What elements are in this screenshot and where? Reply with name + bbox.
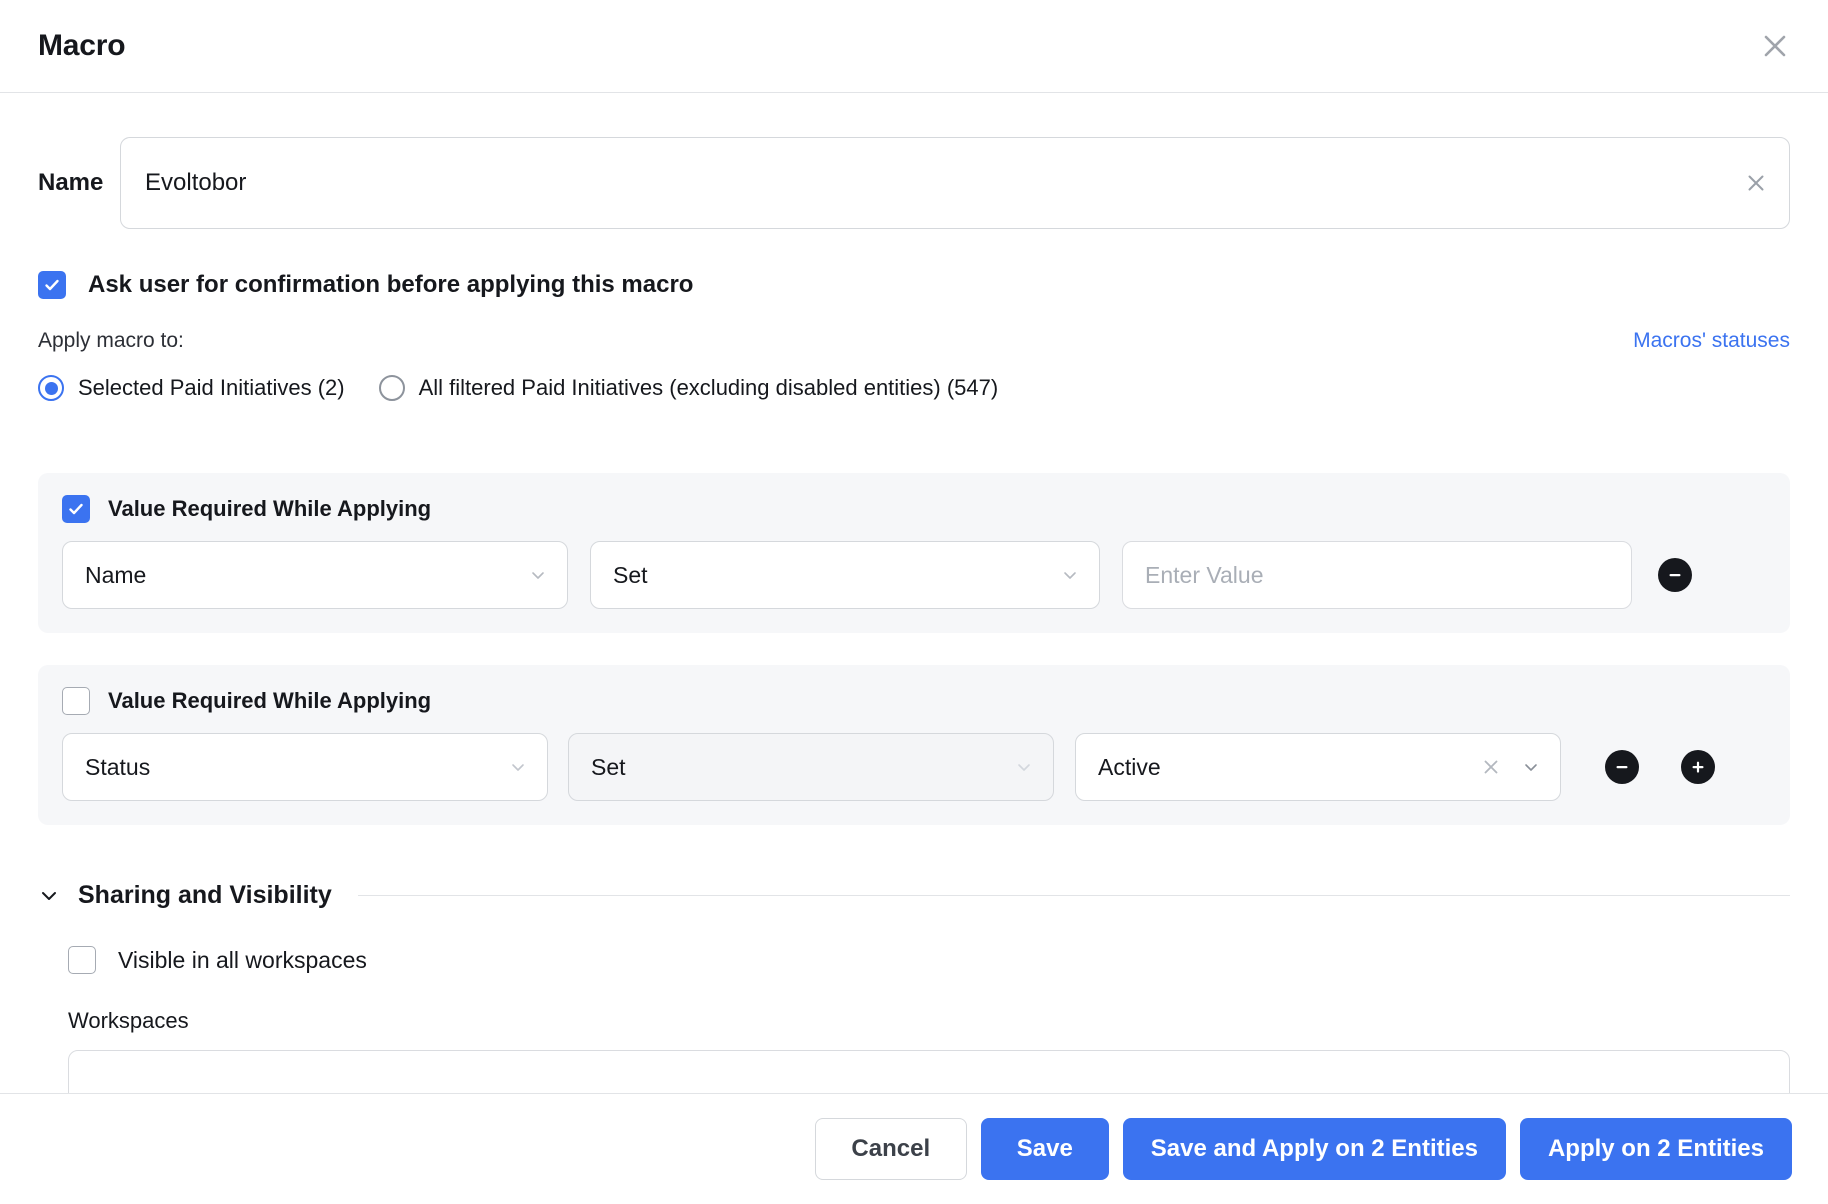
value-required-label: Value Required While Applying — [108, 688, 432, 713]
cancel-button[interactable]: Cancel — [814, 1118, 967, 1180]
sharing-visibility-section-header[interactable]: Sharing and Visibility — [38, 881, 1790, 910]
chevron-down-glyph — [42, 891, 56, 900]
ask-confirmation-checkbox[interactable] — [38, 271, 66, 299]
radio-option-selected-entities[interactable]: Selected Paid Initiatives (2) — [38, 375, 345, 401]
value-required-row-2[interactable]: Value Required While Applying — [62, 687, 1766, 715]
name-input[interactable] — [145, 169, 1733, 197]
chevron-down-glyph — [532, 572, 544, 579]
modal-header: Macro — [0, 0, 1828, 93]
plus-icon — [1692, 761, 1704, 773]
page-title: Macro — [38, 29, 126, 62]
apply-macro-to-row: Apply macro to: Macros' statuses — [38, 329, 1790, 353]
modal-footer: Cancel Save Save and Apply on 2 Entities… — [0, 1093, 1828, 1204]
name-label: Name — [38, 169, 104, 196]
radio-selected-indicator[interactable] — [38, 375, 64, 401]
workspaces-input[interactable] — [68, 1050, 1790, 1093]
section-divider — [357, 895, 1790, 896]
action-controls-row-1: Name Set — [62, 541, 1766, 609]
chevron-down-icon[interactable] — [38, 885, 60, 907]
sharing-visibility-title: Sharing and Visibility — [78, 881, 332, 909]
value-required-label: Value Required While Applying — [108, 496, 432, 521]
field-select-2[interactable]: Status — [62, 733, 548, 801]
ask-confirmation-label: Ask user for confirmation before applyin… — [88, 271, 694, 298]
workspaces-label: Workspaces — [68, 1008, 189, 1033]
operation-select-value: Set — [613, 561, 648, 588]
ask-confirmation-row[interactable]: Ask user for confirmation before applyin… — [38, 271, 1790, 299]
minus-icon — [1669, 574, 1681, 577]
operation-select-2[interactable]: Set — [568, 733, 1054, 801]
value-required-row-1[interactable]: Value Required While Applying — [62, 495, 1766, 523]
modal-body: Name Ask user for confirmation before ap… — [0, 93, 1828, 1093]
chevron-down-icon[interactable] — [1522, 758, 1540, 776]
visible-in-all-workspaces-label: Visible in all workspaces — [118, 946, 367, 973]
macros-statuses-link[interactable]: Macros' statuses — [1633, 329, 1790, 353]
value-select-2[interactable]: Active — [1075, 733, 1561, 801]
chevron-down-icon — [529, 566, 547, 584]
value-required-checkbox[interactable] — [62, 495, 90, 523]
operation-select-value: Set — [591, 753, 626, 780]
apply-scope-radio-group: Selected Paid Initiatives (2) All filter… — [38, 375, 1790, 401]
check-icon — [69, 503, 83, 515]
close-icon-glyph — [1484, 760, 1498, 774]
visible-in-all-workspaces-checkbox[interactable] — [68, 946, 96, 974]
close-icon-glyph — [1748, 175, 1764, 191]
radio-option-all-filtered[interactable]: All filtered Paid Initiatives (excluding… — [378, 375, 999, 401]
visible-in-all-workspaces-row[interactable]: Visible in all workspaces — [68, 946, 1790, 974]
chevron-down-glyph — [1525, 764, 1537, 771]
chevron-down-glyph — [512, 764, 524, 771]
close-icon-glyph — [1764, 35, 1786, 57]
field-select-1[interactable]: Name — [62, 541, 568, 609]
operation-select-1[interactable]: Set — [590, 541, 1100, 609]
clear-name-icon[interactable] — [1741, 168, 1771, 198]
chevron-down-icon — [1015, 758, 1033, 776]
radio-option-label: All filtered Paid Initiatives (excluding… — [418, 375, 999, 400]
value-input-wrapper-1[interactable] — [1122, 541, 1632, 609]
check-icon — [45, 279, 59, 291]
save-button[interactable]: Save — [980, 1118, 1109, 1180]
field-select-value: Status — [85, 753, 151, 780]
value-select-value: Active — [1098, 753, 1161, 780]
name-row: Name — [38, 137, 1790, 229]
radio-option-label: Selected Paid Initiatives (2) — [78, 375, 345, 400]
name-input-wrapper[interactable] — [120, 137, 1790, 229]
action-controls-row-2: Status Set Active — [62, 733, 1766, 801]
radio-unselected-indicator[interactable] — [378, 375, 405, 401]
chevron-down-glyph — [1064, 572, 1076, 579]
add-action-button[interactable] — [1681, 750, 1715, 784]
value-input-1[interactable] — [1145, 561, 1611, 589]
save-and-apply-button[interactable]: Save and Apply on 2 Entities — [1122, 1118, 1506, 1180]
chevron-down-icon — [509, 758, 527, 776]
macro-action-row-1: Value Required While Applying Name Set — [38, 473, 1790, 633]
chevron-down-icon — [1061, 566, 1079, 584]
apply-macro-to-label: Apply macro to: — [38, 329, 184, 352]
macro-action-row-2: Value Required While Applying Status Set — [38, 665, 1790, 825]
macro-modal: Macro Name Evoltobor Ask user for confir… — [0, 0, 1828, 1204]
remove-action-button-1[interactable] — [1658, 558, 1692, 592]
chevron-down-glyph — [1018, 764, 1030, 771]
field-select-value: Name — [85, 561, 147, 588]
clear-value-icon[interactable] — [1478, 754, 1504, 780]
close-icon[interactable] — [1752, 23, 1798, 69]
remove-action-button-2[interactable] — [1605, 750, 1639, 784]
minus-icon — [1616, 766, 1628, 769]
apply-button[interactable]: Apply on 2 Entities — [1519, 1118, 1792, 1180]
value-required-checkbox[interactable] — [62, 687, 90, 715]
